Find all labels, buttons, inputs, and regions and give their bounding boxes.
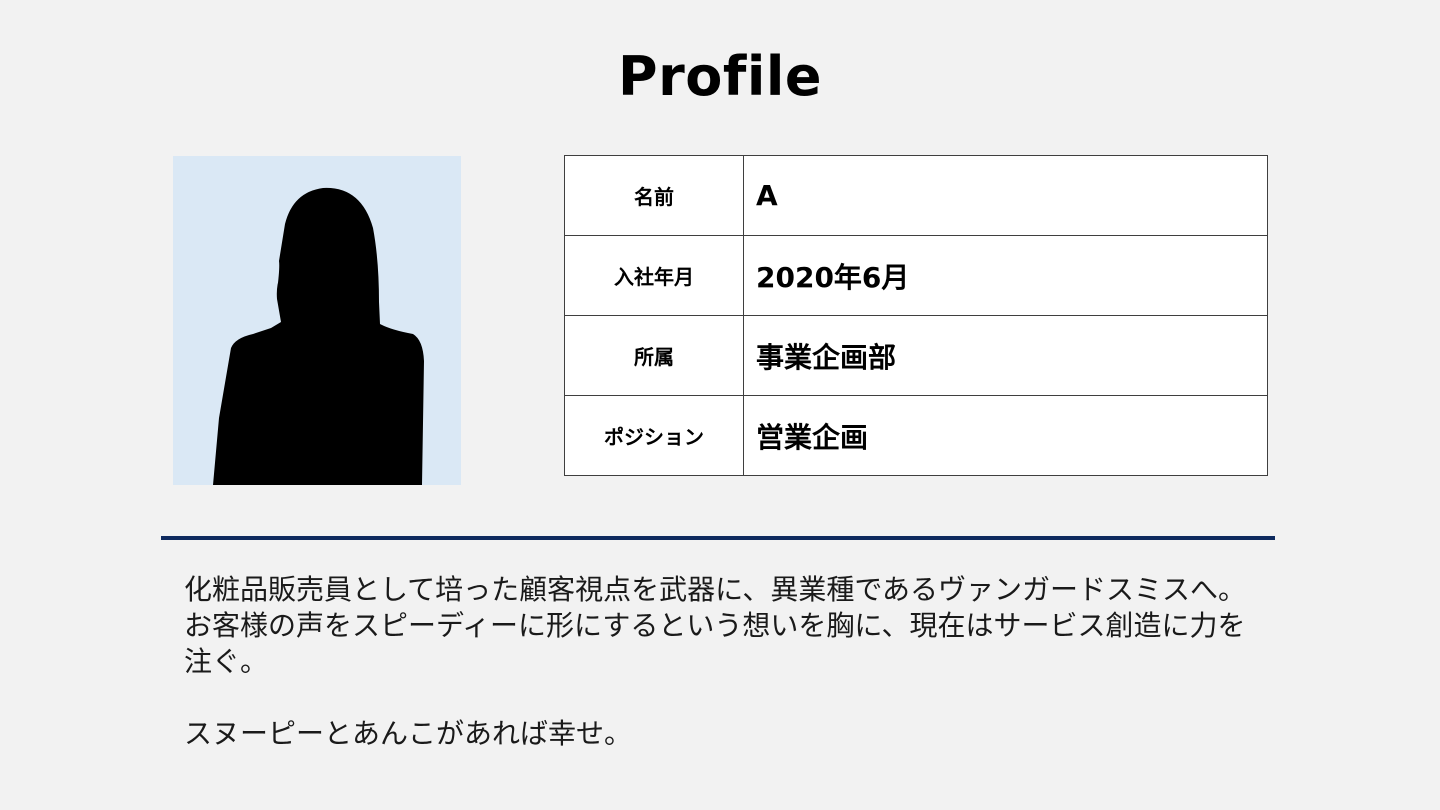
profile-table: 名前 A 入社年月 2020年6月 所属 事業企画部 ポジション 営業企画 [564,155,1268,476]
table-row: 所属 事業企画部 [564,315,1268,396]
table-row: ポジション 営業企画 [564,395,1268,476]
department-label: 所属 [564,315,744,396]
bio-paragraph: 化粧品販売員として培った顧客視点を武器に、異業種であるヴァンガードスミスへ。お客… [184,573,1247,678]
bio-section: 化粧品販売員として培った顧客視点を武器に、異業種であるヴァンガードスミスへ。お客… [184,572,1254,752]
name-label: 名前 [564,155,744,236]
section-divider [161,536,1275,540]
profile-photo [173,156,461,485]
name-value: A [743,155,1268,236]
join-date-value: 2020年6月 [743,235,1268,316]
table-row: 名前 A [564,155,1268,236]
bio-note: スヌーピーとあんこがあれば幸せ。 [184,717,633,750]
position-value: 営業企画 [743,395,1268,476]
position-label: ポジション [564,395,744,476]
person-silhouette-icon [213,187,424,485]
department-value: 事業企画部 [743,315,1268,396]
page-title: Profile [618,45,822,108]
table-row: 入社年月 2020年6月 [564,235,1268,316]
join-date-label: 入社年月 [564,235,744,316]
